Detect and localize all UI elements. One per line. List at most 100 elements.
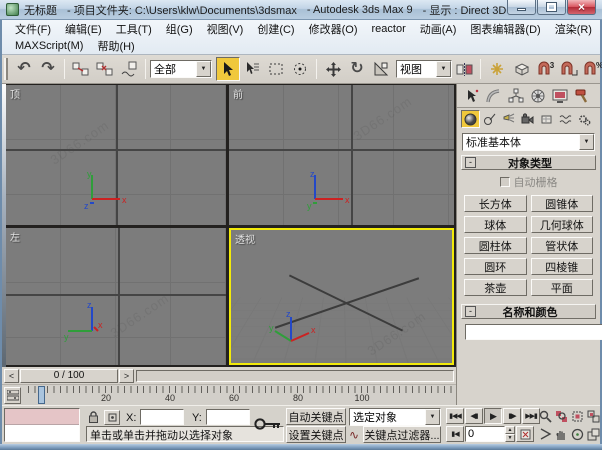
menu-graph-editors[interactable]: 图表编辑器(D): [463, 20, 547, 38]
toolbar-grip[interactable]: [4, 58, 8, 80]
select-and-manipulate-button[interactable]: [485, 57, 509, 81]
selection-set-dropdown[interactable]: 选定对象 ▼: [349, 408, 441, 426]
next-frame-button[interactable]: ▮▶: [503, 408, 521, 424]
plane-button[interactable]: 平面: [531, 279, 594, 296]
box-button[interactable]: 长方体: [464, 195, 527, 212]
key-filters-button[interactable]: 关键点过滤器...: [363, 426, 441, 443]
tab-motion[interactable]: [527, 86, 549, 106]
close-button[interactable]: ×: [567, 0, 596, 15]
redo-button[interactable]: ↷: [36, 57, 60, 81]
menu-modifiers[interactable]: 修改器(O): [302, 20, 365, 38]
zoom-extents-button[interactable]: [570, 408, 585, 424]
menu-help[interactable]: 帮助(H): [90, 37, 141, 55]
set-key-button[interactable]: 设置关键点: [286, 426, 346, 443]
zoom-all-button[interactable]: [554, 408, 569, 424]
track-bar-ruler[interactable]: 0 20 40 60 80 100: [28, 385, 452, 406]
select-and-scale-button[interactable]: [369, 57, 393, 81]
zoom-extents-all-button[interactable]: [586, 408, 601, 424]
cylinder-button[interactable]: 圆柱体: [464, 237, 527, 254]
cone-button[interactable]: 圆锥体: [531, 195, 594, 212]
category-cameras[interactable]: [518, 110, 537, 128]
chevron-down-icon[interactable]: ▼: [436, 61, 451, 77]
layer-manager-button[interactable]: [509, 57, 533, 81]
rollout-object-type-header[interactable]: - 对象类型: [461, 155, 596, 170]
viewport-left-label[interactable]: 左: [10, 229, 20, 244]
select-and-move-button[interactable]: [321, 57, 345, 81]
open-mini-curve-editor-button[interactable]: [4, 387, 21, 404]
angle-snap-toggle-button[interactable]: [557, 57, 581, 81]
titlebar[interactable]: 无标题 - 项目文件夹: C:\Users\klw\Documents\3dsm…: [0, 0, 602, 20]
collapse-icon[interactable]: -: [465, 306, 476, 317]
y-coord-input[interactable]: [206, 409, 250, 425]
collapse-icon[interactable]: -: [465, 157, 476, 168]
arc-rotate-button[interactable]: [570, 426, 585, 442]
track-bar[interactable]: 0 20 40 60 80 100: [2, 384, 456, 405]
snaps-toggle-button[interactable]: 3: [533, 57, 557, 81]
time-slider-handle[interactable]: 0 / 100: [20, 369, 118, 383]
viewport-top[interactable]: 顶 3D66.com y x z: [6, 85, 226, 225]
spinner-up-icon[interactable]: ▲: [505, 426, 515, 434]
chevron-down-icon[interactable]: ▼: [579, 134, 594, 150]
menu-create[interactable]: 创建(C): [250, 20, 301, 38]
time-slider-prev-button[interactable]: <: [4, 369, 19, 383]
key-curve-icon[interactable]: ∿: [349, 428, 359, 442]
bind-to-space-warp-button[interactable]: [117, 57, 141, 81]
menu-animation[interactable]: 动画(A): [413, 20, 464, 38]
category-lights[interactable]: [499, 110, 518, 128]
field-of-view-button[interactable]: [538, 426, 553, 442]
auto-key-button[interactable]: 自动关键点: [286, 408, 346, 425]
menu-views[interactable]: 视图(V): [200, 20, 251, 38]
reference-coordinate-dropdown[interactable]: 视图 ▼: [396, 60, 452, 78]
menu-reactor[interactable]: reactor: [365, 22, 413, 36]
go-to-start-button[interactable]: ▮◀◀: [446, 408, 464, 424]
menu-group[interactable]: 组(G): [159, 20, 200, 38]
object-name-input[interactable]: [465, 324, 602, 340]
undo-button[interactable]: ↶: [12, 57, 36, 81]
current-frame-indicator[interactable]: [38, 386, 45, 404]
menu-maxscript[interactable]: MAXScript(M): [8, 39, 90, 53]
viewport-top-label[interactable]: 顶: [10, 86, 20, 101]
sphere-button[interactable]: 球体: [464, 216, 527, 233]
select-by-name-button[interactable]: [240, 57, 264, 81]
time-slider-track[interactable]: [136, 370, 454, 382]
teapot-button[interactable]: 茶壶: [464, 279, 527, 296]
maximize-viewport-toggle-button[interactable]: [586, 426, 601, 442]
x-coord-input[interactable]: [140, 409, 184, 425]
maxscript-mini-listener[interactable]: [4, 408, 80, 442]
viewport-left[interactable]: 左 3D66.com z y x: [6, 228, 226, 365]
play-button[interactable]: ▶: [484, 408, 502, 424]
tube-button[interactable]: 管状体: [531, 237, 594, 254]
chevron-down-icon[interactable]: ▼: [196, 61, 211, 77]
minimize-button[interactable]: [507, 0, 536, 15]
select-and-link-button[interactable]: [69, 57, 93, 81]
viewport-perspective[interactable]: 透视 3D66.com z y x: [229, 228, 454, 365]
zoom-button[interactable]: [538, 408, 553, 424]
spinner-down-icon[interactable]: ▼: [505, 434, 515, 442]
category-shapes[interactable]: [480, 110, 499, 128]
time-configuration-button[interactable]: [516, 426, 534, 442]
menu-edit[interactable]: 编辑(E): [58, 20, 109, 38]
select-and-rotate-button[interactable]: ↻: [345, 57, 369, 81]
listener-script-row[interactable]: [5, 425, 79, 441]
absolute-offset-toggle[interactable]: [104, 410, 120, 425]
viewport-front[interactable]: 前 3D66.com z x y: [229, 85, 454, 225]
rollout-name-color-header[interactable]: - 名称和颜色: [461, 304, 596, 319]
listener-macro-row[interactable]: [5, 409, 79, 425]
selection-lock-icon[interactable]: [88, 411, 99, 424]
time-slider-next-button[interactable]: >: [119, 369, 134, 383]
object-category-dropdown[interactable]: 标准基本体 ▼: [462, 133, 595, 151]
maximize-button[interactable]: [537, 0, 566, 15]
chevron-down-icon[interactable]: ▼: [425, 409, 440, 425]
category-geometry[interactable]: [461, 110, 480, 128]
percent-snap-toggle-button[interactable]: %: [581, 57, 602, 81]
circular-selection-region-button[interactable]: [288, 57, 312, 81]
rectangular-selection-region-button[interactable]: [264, 57, 288, 81]
current-frame-input[interactable]: [465, 426, 505, 442]
viewport-front-label[interactable]: 前: [233, 86, 243, 101]
menu-tools[interactable]: 工具(T): [109, 20, 159, 38]
geosphere-button[interactable]: 几何球体: [531, 216, 594, 233]
selection-filter-dropdown[interactable]: 全部 ▼: [150, 60, 212, 78]
category-systems[interactable]: [575, 110, 594, 128]
tab-display[interactable]: [549, 86, 571, 106]
tab-hierarchy[interactable]: [505, 86, 527, 106]
